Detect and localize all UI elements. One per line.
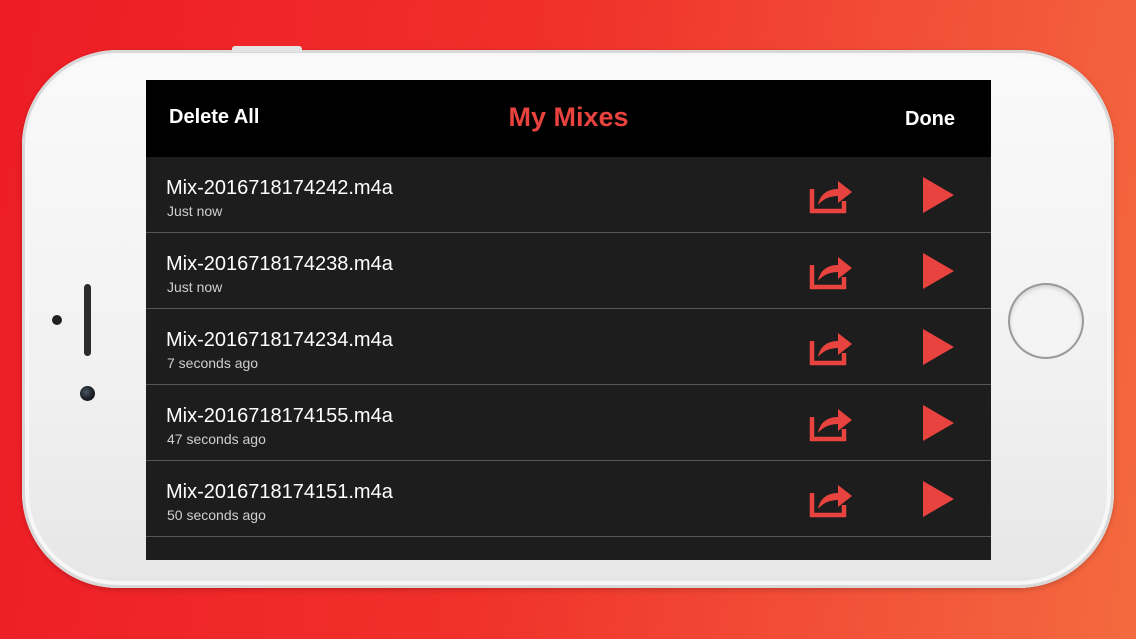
mix-timestamp: Just now <box>167 203 223 219</box>
list-item[interactable]: Mix-2016718174242.m4a Just now <box>146 157 991 233</box>
mix-timestamp: 50 seconds ago <box>167 507 266 523</box>
mix-list: Mix-2016718174242.m4a Just now Mix-20167… <box>146 157 991 537</box>
share-icon <box>809 181 852 214</box>
mix-file-name: Mix-2016718174234.m4a <box>166 329 393 351</box>
play-button[interactable] <box>920 403 960 443</box>
play-icon <box>923 481 954 517</box>
list-item[interactable]: Mix-2016718174151.m4a 50 seconds ago <box>146 461 991 537</box>
app-screen: Delete All My Mixes Done Mix-20167181742… <box>146 80 991 560</box>
play-icon <box>923 329 954 365</box>
mix-file-name: Mix-2016718174155.m4a <box>166 405 393 427</box>
mix-timestamp: 47 seconds ago <box>167 431 266 447</box>
play-button[interactable] <box>920 327 960 367</box>
done-button[interactable]: Done <box>905 108 955 131</box>
home-button[interactable] <box>1010 285 1082 357</box>
power-button <box>232 46 302 52</box>
share-button[interactable] <box>808 479 854 519</box>
share-button[interactable] <box>808 403 854 443</box>
mix-file-name: Mix-2016718174242.m4a <box>166 177 393 199</box>
mix-file-name: Mix-2016718174151.m4a <box>166 481 393 503</box>
mix-timestamp: Just now <box>167 279 223 295</box>
play-icon <box>923 405 954 441</box>
share-button[interactable] <box>808 327 854 367</box>
mix-file-name: Mix-2016718174238.m4a <box>166 253 393 275</box>
share-icon <box>809 257 852 290</box>
play-icon <box>923 253 954 289</box>
play-button[interactable] <box>920 479 960 519</box>
share-icon <box>809 409 852 442</box>
navigation-bar: Delete All My Mixes Done <box>146 80 991 157</box>
list-item[interactable]: Mix-2016718174238.m4a Just now <box>146 233 991 309</box>
share-icon <box>809 333 852 366</box>
list-item[interactable]: Mix-2016718174155.m4a 47 seconds ago <box>146 385 991 461</box>
share-button[interactable] <box>808 175 854 215</box>
page-title: My Mixes <box>508 102 629 132</box>
share-button[interactable] <box>808 251 854 291</box>
play-button[interactable] <box>920 175 960 215</box>
front-camera <box>80 386 95 401</box>
earpiece-speaker <box>84 284 91 356</box>
proximity-sensor <box>52 315 62 325</box>
mix-timestamp: 7 seconds ago <box>167 355 259 371</box>
play-icon <box>923 177 954 213</box>
play-button[interactable] <box>920 251 960 291</box>
share-icon <box>809 485 852 518</box>
list-item[interactable]: Mix-2016718174234.m4a 7 seconds ago <box>146 309 991 385</box>
